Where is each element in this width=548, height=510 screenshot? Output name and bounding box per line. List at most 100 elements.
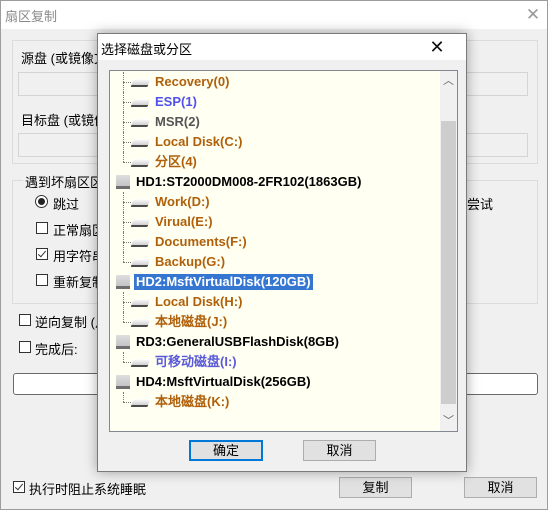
tree-item-label: ESP(1): [155, 94, 197, 109]
tree-line: [123, 252, 124, 262]
partition-icon: [130, 159, 151, 167]
partition-icon: [130, 399, 151, 407]
normal-sector-checkbox[interactable]: [36, 222, 48, 234]
tree-item-label: Backup(G:): [155, 254, 226, 269]
tree-partition-item[interactable]: 本地磁盘(K:): [110, 392, 440, 412]
prevent-sleep-checkbox[interactable]: [13, 481, 25, 493]
partition-icon: [130, 199, 151, 207]
tree-item-label: MSR(2): [155, 114, 200, 129]
tree-partition-item[interactable]: Virual(E:): [110, 212, 440, 232]
copy-button[interactable]: 复制: [339, 477, 412, 498]
disk-tree[interactable]: Recovery(0) ESP(1) MSR(2) Local Disk(C:) 分区(…: [109, 70, 458, 432]
tree-line: [123, 242, 131, 243]
tree-disk-item[interactable]: RD3:GeneralUSBFlashDisk(8GB): [110, 332, 440, 352]
tree-line: [123, 122, 131, 123]
scroll-down-icon[interactable]: ﹀: [440, 414, 457, 431]
tree-partition-item[interactable]: MSR(2): [110, 112, 440, 132]
tree-disk-item[interactable]: HD2:MsftVirtualDisk(120GB): [110, 272, 440, 292]
tree-partition-item[interactable]: Local Disk(C:): [110, 132, 440, 152]
tree-line: [123, 322, 131, 323]
tree-partition-item[interactable]: ESP(1): [110, 92, 440, 112]
scroll-thumb[interactable]: [441, 120, 456, 405]
after-complete-checkbox[interactable]: [19, 341, 31, 353]
tree-line: [123, 362, 131, 363]
cancel-button[interactable]: 取消: [464, 477, 537, 498]
tree-line: [123, 102, 131, 103]
tree-line: [123, 302, 131, 303]
tree-item-label: HD4:MsftVirtualDisk(256GB): [136, 374, 311, 389]
tree-item-label: RD3:GeneralUSBFlashDisk(8GB): [136, 334, 339, 349]
after-complete-label: 完成后:: [35, 342, 78, 357]
select-disk-dialog: 选择磁盘或分区 ✕ Recovery(0) ESP(1) MSR(2) Local D…: [97, 33, 467, 472]
tree-partition-item[interactable]: 分区(4): [110, 152, 440, 172]
tree-disk-item[interactable]: HD4:MsftVirtualDisk(256GB): [110, 372, 440, 392]
tree-line: [123, 222, 131, 223]
vertical-scrollbar[interactable]: ︿ ﹀: [440, 71, 457, 431]
tree-item-label: 可移动磁盘(I:): [155, 354, 237, 369]
window-title: 扇区复制: [5, 9, 58, 24]
tree-disk-item[interactable]: HD1:ST2000DM008-2FR102(1863GB): [110, 172, 440, 192]
retry-text: 尝试: [467, 197, 494, 212]
tree-item-label: 本地磁盘(J:): [155, 314, 228, 329]
partition-icon: [130, 99, 151, 107]
dialog-cancel-button[interactable]: 取消: [303, 440, 376, 461]
source-label: 源盘 (或镜像文: [21, 51, 107, 66]
bad-sector-group-label: 遇到坏扇区区: [23, 172, 106, 191]
dialog-title-bar: 选择磁盘或分区 ✕: [98, 34, 466, 60]
tree-item-label: 本地磁盘(K:): [155, 394, 230, 409]
tree-item-label: HD1:ST2000DM008-2FR102(1863GB): [136, 174, 362, 189]
tree-line: [123, 262, 131, 263]
skip-radio[interactable]: [35, 195, 48, 208]
tree-line: [123, 142, 131, 143]
tree-partition-item[interactable]: Recovery(0): [110, 72, 440, 92]
dialog-title: 选择磁盘或分区: [101, 42, 193, 57]
reverse-copy-checkbox[interactable]: [19, 314, 31, 326]
fill-string-checkbox[interactable]: [36, 248, 48, 260]
close-icon[interactable]: ✕: [523, 5, 543, 25]
scroll-up-icon[interactable]: ︿: [440, 71, 457, 88]
partition-icon: [130, 139, 151, 147]
hard-disk-icon: [116, 375, 130, 389]
close-icon[interactable]: ✕: [426, 36, 448, 58]
tree-line: [123, 82, 131, 83]
tree-item-label: HD2:MsftVirtualDisk(120GB): [134, 274, 313, 290]
title-bar: 扇区复制 ✕: [1, 1, 547, 29]
tree-line: [123, 392, 124, 402]
tree-partition-item[interactable]: Local Disk(H:): [110, 292, 440, 312]
partition-icon: [130, 259, 151, 267]
tree-partition-item[interactable]: Backup(G:): [110, 252, 440, 272]
prevent-sleep-label: 执行时阻止系统睡眠: [29, 482, 147, 497]
tree-item-label: 分区(4): [155, 154, 197, 169]
recopy-checkbox[interactable]: [36, 274, 48, 286]
tree-item-label: Local Disk(H:): [155, 294, 243, 309]
tree-partition-item[interactable]: 本地磁盘(J:): [110, 312, 440, 332]
tree-item-label: Documents(F:): [155, 234, 247, 249]
hard-disk-icon: [116, 175, 130, 189]
partition-icon: [130, 79, 151, 87]
tree-item-label: Local Disk(C:): [155, 134, 243, 149]
hard-disk-icon: [116, 275, 130, 289]
tree-items: Recovery(0) ESP(1) MSR(2) Local Disk(C:) 分区(…: [110, 72, 440, 412]
partition-icon: [130, 299, 151, 307]
partition-icon: [130, 239, 151, 247]
tree-partition-item[interactable]: Documents(F:): [110, 232, 440, 252]
partition-icon: [130, 219, 151, 227]
tree-line: [123, 202, 131, 203]
partition-icon: [130, 119, 151, 127]
ok-button[interactable]: 确定: [189, 440, 263, 461]
tree-line: [123, 152, 124, 162]
tree-item-label: Work(D:): [155, 194, 210, 209]
partition-icon: [130, 359, 151, 367]
tree-line: [123, 352, 124, 362]
tree-item-label: Recovery(0): [155, 74, 230, 89]
tree-partition-item[interactable]: 可移动磁盘(I:): [110, 352, 440, 372]
tree-item-label: Virual(E:): [155, 214, 213, 229]
tree-line: [123, 402, 131, 403]
tree-line: [123, 312, 124, 322]
hard-disk-icon: [116, 335, 130, 349]
skip-label: 跳过: [53, 197, 80, 212]
tree-partition-item[interactable]: Work(D:): [110, 192, 440, 212]
partition-icon: [130, 319, 151, 327]
target-label: 目标盘 (或镜像: [21, 113, 107, 128]
tree-line: [123, 162, 131, 163]
